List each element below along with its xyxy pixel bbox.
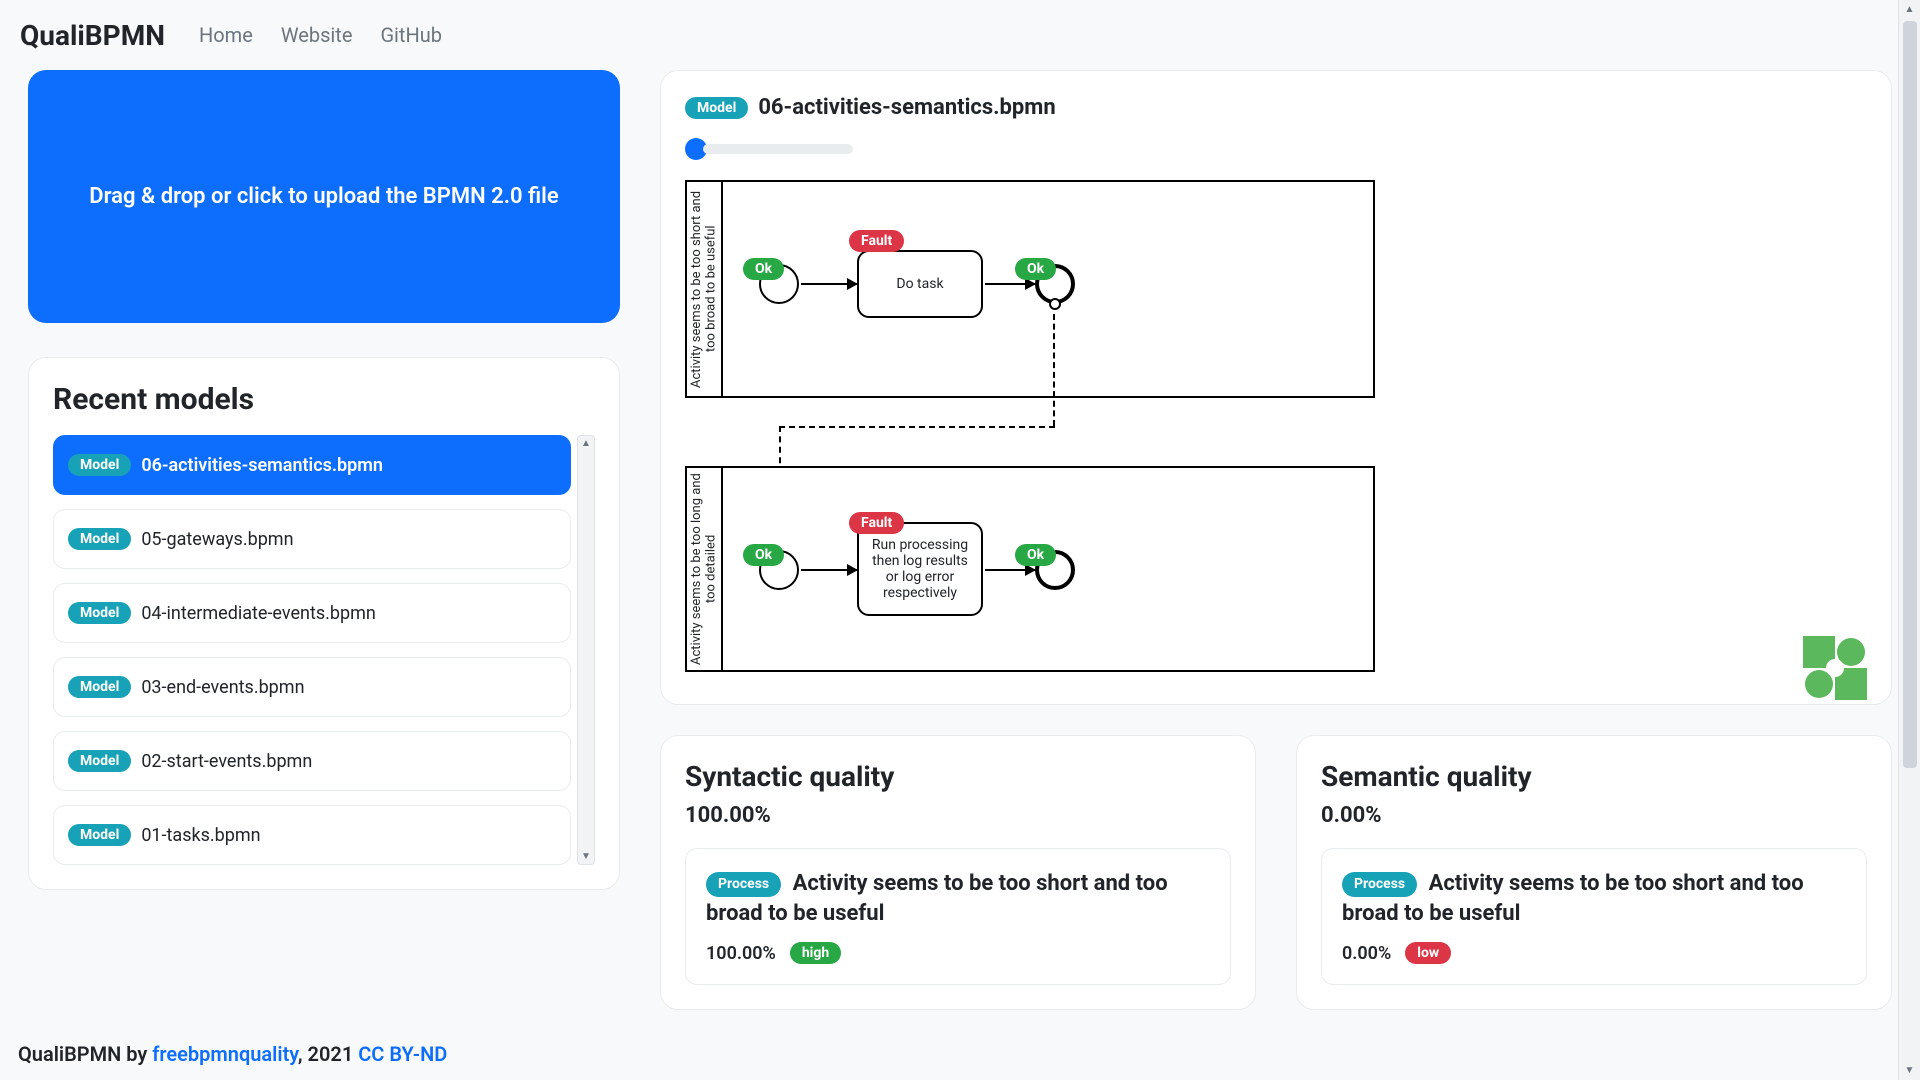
model-viewer-card: Model 06-activities-semantics.bpmn Activ… (660, 70, 1892, 705)
recent-model-name: 01-tasks.bpmn (141, 825, 260, 846)
sequence-flow (801, 569, 857, 571)
model-badge: Model (68, 602, 131, 624)
page-scrollbar[interactable]: ▲ ▼ (1898, 0, 1920, 1080)
model-badge: Model (685, 97, 748, 119)
bpmn-pool: Activity seems to be too short and too b… (685, 180, 1375, 398)
message-flow (1053, 314, 1055, 426)
nav-home[interactable]: Home (199, 23, 253, 47)
slider-track[interactable] (703, 144, 853, 154)
scroll-up-icon[interactable]: ▲ (581, 438, 591, 449)
pool-label: Activity seems to be too short and too b… (687, 182, 723, 396)
footer-year: , 2021 (298, 1042, 358, 1066)
recent-model-item[interactable]: Model 05-gateways.bpmn (53, 509, 571, 569)
bpmn-task[interactable]: Run processing then log results or log e… (857, 522, 983, 616)
model-header: Model 06-activities-semantics.bpmn (685, 95, 1867, 120)
process-badge: Process (706, 872, 781, 897)
bpmn-diagram[interactable]: Activity seems to be too short and too b… (685, 180, 1867, 680)
quality-item[interactable]: Process Activity seems to be too short a… (685, 848, 1231, 985)
recent-scrollbar[interactable]: ▲ ▼ (577, 435, 595, 865)
model-badge: Model (68, 750, 131, 772)
model-badge: Model (68, 676, 131, 698)
recent-model-name: 03-end-events.bpmn (141, 677, 304, 698)
task-label: Do task (896, 276, 943, 292)
sequence-flow (985, 569, 1035, 571)
scroll-thumb[interactable] (1903, 21, 1917, 1059)
task-label: Run processing then log results or log e… (867, 537, 973, 601)
model-badge: Model (68, 528, 131, 550)
pool-label-text: Activity seems to be too short and too b… (690, 182, 719, 396)
quality-item[interactable]: Process Activity seems to be too short a… (1321, 848, 1867, 985)
footer-prefix: QualiBPMN by (18, 1042, 152, 1066)
zoom-slider[interactable] (685, 138, 1867, 160)
semantic-quality-card: Semantic quality 0.00% Process Activity … (1296, 735, 1892, 1010)
ok-marker: Ok (1015, 258, 1056, 280)
recent-model-name: 02-start-events.bpmn (141, 751, 312, 772)
recent-model-item[interactable]: Model 04-intermediate-events.bpmn (53, 583, 571, 643)
pool-label: Activity seems to be too long and too de… (687, 468, 723, 670)
quality-title: Semantic quality (1321, 760, 1867, 793)
nav-website[interactable]: Website (281, 23, 353, 47)
current-model-name: 06-activities-semantics.bpmn (758, 95, 1055, 120)
quality-title: Syntactic quality (685, 760, 1231, 793)
footer-license-link[interactable]: CC BY-ND (358, 1042, 447, 1066)
quality-item-meta: 0.00% low (1342, 942, 1846, 964)
footer: QualiBPMN by freebpmnquality, 2021 CC BY… (18, 1042, 447, 1066)
fault-marker: Fault (849, 512, 904, 534)
recent-models-card: Recent models Model 06-activities-semant… (28, 357, 620, 890)
ok-marker: Ok (743, 258, 784, 280)
recent-model-item[interactable]: Model 06-activities-semantics.bpmn (53, 435, 571, 495)
quality-item-title: Process Activity seems to be too short a… (1342, 869, 1846, 928)
fault-marker: Fault (849, 230, 904, 252)
recent-model-item[interactable]: Model 02-start-events.bpmn (53, 731, 571, 791)
sequence-flow (985, 283, 1035, 285)
ok-marker: Ok (743, 544, 784, 566)
scroll-up-icon[interactable]: ▲ (1905, 0, 1915, 19)
model-badge: Model (68, 824, 131, 846)
quality-level-badge: high (790, 942, 841, 964)
pool-label-text: Activity seems to be too long and too de… (690, 468, 719, 670)
process-badge: Process (1342, 872, 1417, 897)
quality-item-title: Process Activity seems to be too short a… (706, 869, 1210, 928)
top-nav: QualiBPMN Home Website GitHub (0, 0, 1920, 70)
model-badge: Model (68, 454, 131, 476)
quality-percent: 0.00% (1321, 803, 1867, 828)
footer-author-link[interactable]: freebpmnquality (152, 1042, 298, 1066)
nav-github[interactable]: GitHub (380, 23, 442, 47)
message-flow (779, 426, 1055, 428)
bpmn-io-logo-icon (1803, 636, 1867, 700)
ok-marker: Ok (1015, 544, 1056, 566)
syntactic-quality-card: Syntactic quality 100.00% Process Activi… (660, 735, 1256, 1010)
scroll-down-icon[interactable]: ▼ (1905, 1061, 1915, 1080)
quality-item-percent: 100.00% (706, 943, 776, 964)
sequence-flow (801, 283, 857, 285)
quality-item-percent: 0.00% (1342, 943, 1391, 964)
quality-row: Syntactic quality 100.00% Process Activi… (660, 735, 1892, 1010)
recent-model-name: 06-activities-semantics.bpmn (141, 455, 383, 476)
event-sub-icon (1049, 298, 1061, 310)
recent-model-name: 05-gateways.bpmn (141, 529, 293, 550)
dropzone-label: Drag & drop or click to upload the BPMN … (89, 184, 558, 209)
brand-logo[interactable]: QualiBPMN (20, 19, 165, 52)
quality-level-badge: low (1405, 942, 1451, 964)
scroll-down-icon[interactable]: ▼ (581, 851, 591, 862)
recent-models-title: Recent models (53, 382, 595, 417)
recent-model-name: 04-intermediate-events.bpmn (141, 603, 376, 624)
recent-model-item[interactable]: Model 03-end-events.bpmn (53, 657, 571, 717)
quality-item-meta: 100.00% high (706, 942, 1210, 964)
quality-percent: 100.00% (685, 803, 1231, 828)
nav-links: Home Website GitHub (199, 23, 442, 47)
bpmn-task[interactable]: Do task (857, 250, 983, 318)
recent-model-item[interactable]: Model 01-tasks.bpmn (53, 805, 571, 865)
recent-models-list: Model 06-activities-semantics.bpmn Model… (53, 435, 571, 865)
upload-dropzone[interactable]: Drag & drop or click to upload the BPMN … (28, 70, 620, 323)
bpmn-pool: Activity seems to be too long and too de… (685, 466, 1375, 672)
